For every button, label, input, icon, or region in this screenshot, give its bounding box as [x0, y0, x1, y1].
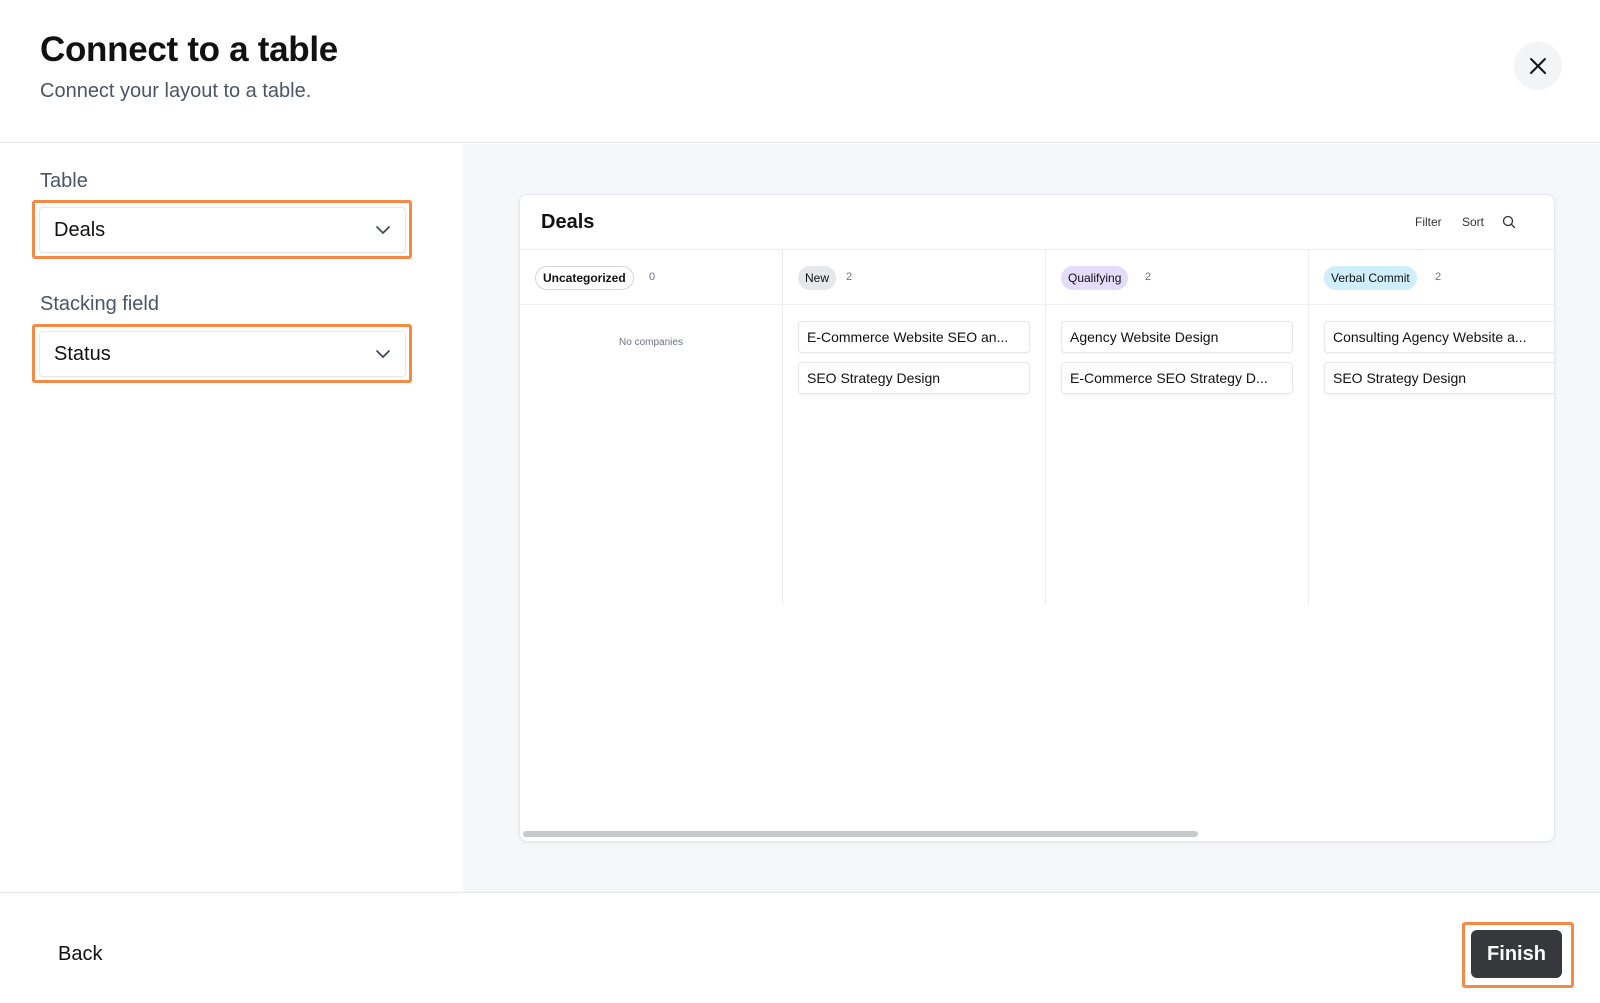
- chevron-down-icon: [376, 226, 390, 234]
- table-select-value: Deals: [54, 218, 106, 241]
- column-header: New 2: [783, 250, 1045, 305]
- kanban-column: Qualifying 2 Agency Website Design E-Com…: [1046, 250, 1309, 604]
- chevron-down-icon: [376, 350, 390, 358]
- preview-header: Deals Filter Sort: [520, 195, 1554, 250]
- kanban-column: Verbal Commit 2 Consulting Agency Websit…: [1309, 250, 1554, 604]
- deal-card[interactable]: SEO Strategy Design: [798, 362, 1030, 394]
- column-count: 2: [1435, 271, 1442, 283]
- deal-card[interactable]: E-Commerce Website SEO an...: [798, 321, 1030, 353]
- column-count: 2: [1145, 271, 1152, 283]
- kanban-preview: Deals Filter Sort Uncategorized 0 No com…: [519, 194, 1555, 842]
- deal-card[interactable]: E-Commerce SEO Strategy D...: [1061, 362, 1293, 394]
- sort-button[interactable]: Sort: [1462, 215, 1484, 229]
- stacking-field-value: Status: [54, 342, 111, 365]
- close-icon: [1530, 58, 1546, 74]
- preview-title: Deals: [541, 211, 595, 233]
- filter-button[interactable]: Filter: [1415, 215, 1442, 229]
- status-badge: Verbal Commit: [1324, 266, 1417, 290]
- status-badge: Uncategorized: [535, 266, 634, 290]
- dialog-subtitle: Connect your layout to a table.: [40, 80, 312, 102]
- horizontal-scrollbar[interactable]: [520, 827, 1554, 841]
- dialog-header: Connect to a table Connect your layout t…: [0, 0, 1600, 143]
- stacking-field-select[interactable]: Status: [39, 331, 406, 377]
- search-icon[interactable]: [1502, 215, 1516, 229]
- column-header: Qualifying 2: [1046, 250, 1308, 305]
- deal-card[interactable]: Agency Website Design: [1061, 321, 1293, 353]
- deal-card[interactable]: Consulting Agency Website a...: [1324, 321, 1554, 353]
- back-button[interactable]: Back: [58, 943, 102, 966]
- column-count: 0: [649, 271, 656, 283]
- table-label: Table: [40, 170, 88, 192]
- kanban-column: Uncategorized 0 No companies: [520, 250, 783, 604]
- status-badge: Qualifying: [1061, 266, 1129, 290]
- scrollbar-thumb[interactable]: [523, 831, 1198, 837]
- dialog-title: Connect to a table: [40, 30, 338, 69]
- column-count: 2: [846, 271, 853, 283]
- preview-panel: Deals Filter Sort Uncategorized 0 No com…: [463, 144, 1600, 892]
- deal-card[interactable]: SEO Strategy Design: [1324, 362, 1554, 394]
- column-header: Uncategorized 0: [520, 250, 782, 305]
- stacking-field-label: Stacking field: [40, 293, 159, 315]
- table-select[interactable]: Deals: [39, 207, 406, 253]
- column-header: Verbal Commit 2: [1309, 250, 1554, 305]
- dialog-footer: Back Finish: [0, 892, 1600, 1003]
- status-badge: New: [798, 266, 837, 290]
- kanban-column: New 2 E-Commerce Website SEO an... SEO S…: [783, 250, 1046, 604]
- finish-button[interactable]: Finish: [1471, 930, 1562, 978]
- close-button[interactable]: [1514, 42, 1562, 90]
- settings-panel: Table Deals Stacking field Status: [0, 144, 463, 892]
- empty-column-text: No companies: [619, 337, 683, 348]
